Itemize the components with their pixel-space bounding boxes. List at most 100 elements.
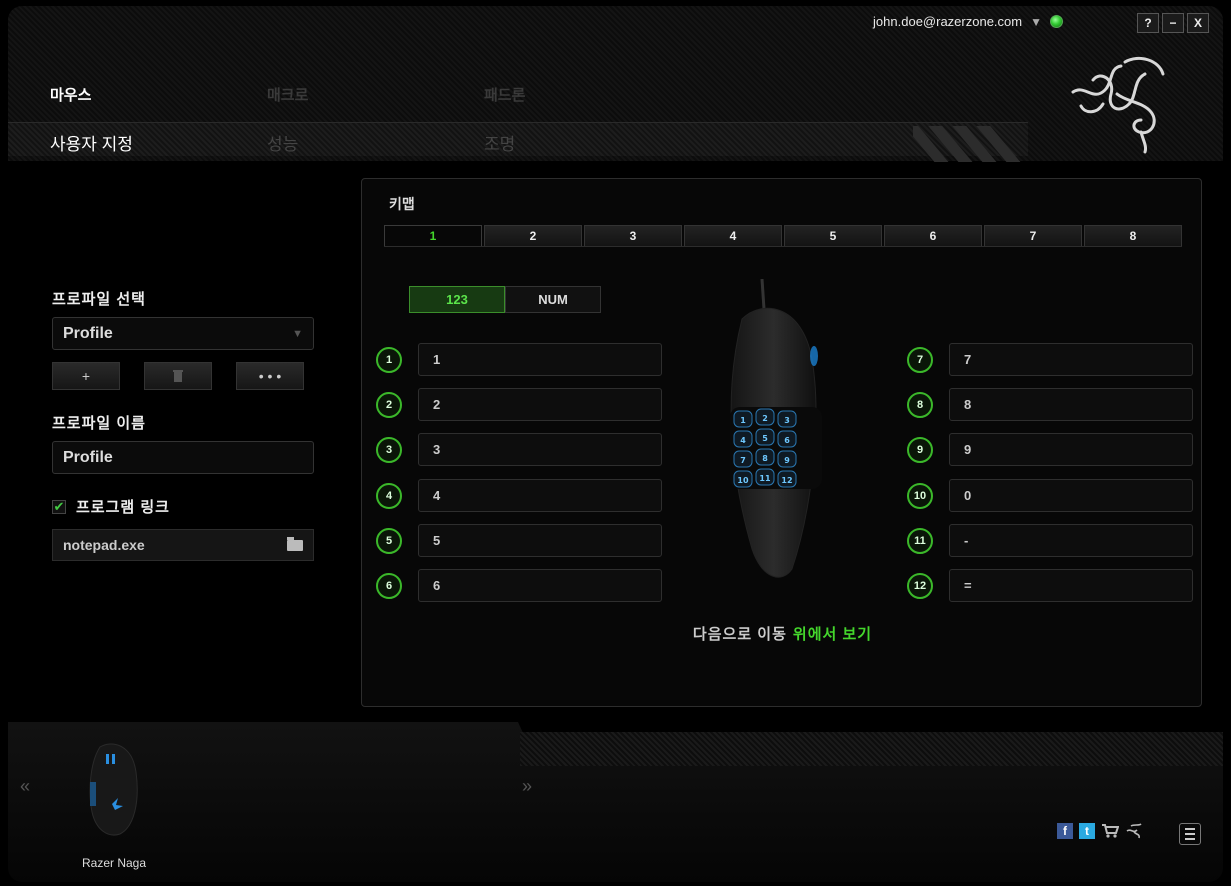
button-number-badge: 3 [376, 436, 402, 463]
sub-tabs: 사용자 지정 성능 조명 [50, 130, 701, 155]
razer-icon[interactable] [1125, 822, 1143, 840]
profile-actions: + • • • [52, 362, 314, 390]
profile-dropdown[interactable]: Profile ▼ [52, 317, 314, 350]
decorative-stripes [913, 126, 1033, 162]
button-number-badge: 6 [376, 572, 402, 599]
mode-123-button[interactable]: 123 [409, 286, 505, 313]
facebook-icon[interactable]: f [1057, 823, 1073, 839]
button-assignment-field[interactable]: 1 [418, 343, 662, 376]
top-view-link[interactable]: 위에서 보기 [793, 626, 872, 643]
button-number-badge: 11 [907, 527, 933, 554]
button-assignment-field[interactable]: 5 [418, 524, 662, 557]
button-assignment-field[interactable]: 0 [949, 479, 1193, 512]
twitter-icon[interactable]: t [1079, 823, 1095, 839]
button-assignment-field[interactable]: 4 [418, 479, 662, 512]
chevron-down-icon[interactable]: ▼ [1030, 15, 1042, 29]
button-row-1: 1 1 [376, 343, 662, 376]
user-email[interactable]: john.doe@razerzone.com [873, 14, 1022, 29]
svg-text:8: 8 [762, 454, 768, 463]
button-assignment-field[interactable]: 2 [418, 388, 662, 421]
more-options-button[interactable]: • • • [236, 362, 304, 390]
svg-text:3: 3 [784, 416, 790, 425]
svg-text:9: 9 [784, 456, 790, 465]
mode-num-button[interactable]: NUM [505, 286, 601, 313]
profile-panel: 프로파일 선택 Profile ▼ + • • • 프로파일 이름 Profil… [52, 280, 314, 561]
button-number-badge: 9 [907, 436, 933, 463]
program-link-row: ✔ 프로그램 링크 [52, 496, 314, 517]
button-assignment-field[interactable]: 7 [949, 343, 1193, 376]
keymap-tab-8[interactable]: 8 [1084, 225, 1182, 246]
close-button[interactable]: X [1187, 13, 1209, 33]
button-row-11: 11 - [907, 524, 1193, 557]
keymap-tab-4[interactable]: 4 [684, 225, 782, 246]
program-link-label: 프로그램 링크 [76, 499, 170, 516]
tab-padron[interactable]: 패드론 [484, 84, 701, 105]
button-assignment-field[interactable]: 3 [418, 433, 662, 466]
delete-profile-button[interactable] [144, 362, 212, 390]
profile-name-label: 프로파일 이름 [52, 415, 146, 432]
mouse-side-view-image: 123 456 789 10 11 12 [730, 279, 822, 578]
keymap-tab-1[interactable]: 1 [384, 225, 482, 246]
tab-mouse[interactable]: 마우스 [50, 84, 267, 105]
svg-text:6: 6 [784, 436, 790, 445]
tab-lighting[interactable]: 조명 [484, 130, 701, 155]
svg-text:10: 10 [737, 476, 749, 485]
keymap-tab-6[interactable]: 6 [884, 225, 982, 246]
menu-line [1185, 828, 1195, 830]
footer-band [520, 732, 1223, 766]
profile-dropdown-value: Profile [63, 324, 113, 342]
keymap-panel: 키맵 1 2 3 4 5 6 7 8 123 NUM 1 1 2 2 3 3 4… [361, 178, 1202, 707]
next-device-button[interactable]: » [522, 776, 532, 797]
minimize-button[interactable]: − [1162, 13, 1184, 33]
button-number-badge: 12 [907, 572, 933, 599]
button-assignment-field[interactable]: 9 [949, 433, 1193, 466]
button-row-6: 6 6 [376, 569, 662, 602]
keymap-tab-3[interactable]: 3 [584, 225, 682, 246]
tab-divider [384, 246, 1182, 247]
program-path-field[interactable]: notepad.exe [52, 529, 314, 561]
keymap-tab-2[interactable]: 2 [484, 225, 582, 246]
button-assignment-field[interactable]: 8 [949, 388, 1193, 421]
program-path-value: notepad.exe [63, 537, 145, 553]
online-status-icon [1050, 15, 1063, 28]
cart-icon[interactable] [1101, 823, 1119, 839]
button-number-badge: 7 [907, 346, 933, 373]
folder-icon[interactable] [287, 536, 303, 551]
prev-device-button[interactable]: « [20, 776, 30, 797]
svg-text:5: 5 [762, 434, 768, 443]
keymap-tab-5[interactable]: 5 [784, 225, 882, 246]
device-image[interactable] [82, 742, 144, 837]
button-number-badge: 10 [907, 482, 933, 509]
button-assignment-field[interactable]: 6 [418, 569, 662, 602]
svg-text:2: 2 [762, 414, 768, 423]
menu-line [1185, 838, 1195, 840]
button-row-5: 5 5 [376, 524, 662, 557]
device-name-label: Razer Naga [82, 856, 147, 870]
menu-line [1185, 833, 1195, 835]
program-link-checkbox[interactable]: ✔ [52, 499, 66, 514]
help-button[interactable]: ? [1137, 13, 1159, 33]
button-assignment-field[interactable]: = [949, 569, 1193, 602]
button-number-badge: 2 [376, 391, 402, 418]
razer-logo-icon [1071, 57, 1165, 154]
button-row-9: 9 9 [907, 433, 1193, 466]
tab-customize[interactable]: 사용자 지정 [50, 130, 267, 155]
header: john.doe@razerzone.com ▼ ? − X 마우스 매크로 패… [8, 6, 1223, 162]
window-controls: ? − X [1137, 13, 1209, 33]
profile-name-input[interactable]: Profile [52, 441, 314, 474]
button-number-badge: 8 [907, 391, 933, 418]
button-row-12: 12 = [907, 569, 1193, 602]
main-tabs: 마우스 매크로 패드론 [50, 84, 701, 105]
add-profile-button[interactable]: + [52, 362, 120, 390]
button-row-4: 4 4 [376, 479, 662, 512]
tab-macro[interactable]: 매크로 [267, 84, 484, 105]
keymap-tab-7[interactable]: 7 [984, 225, 1082, 246]
mode-toggle: 123 NUM [409, 286, 601, 313]
button-number-badge: 1 [376, 346, 402, 373]
tab-performance[interactable]: 성능 [267, 130, 484, 155]
button-row-2: 2 2 [376, 388, 662, 421]
button-assignment-field[interactable]: - [949, 524, 1193, 557]
menu-button[interactable] [1179, 823, 1201, 845]
goto-prefix: 다음으로 이동 [692, 626, 787, 643]
user-menu[interactable]: john.doe@razerzone.com ▼ [873, 14, 1063, 29]
